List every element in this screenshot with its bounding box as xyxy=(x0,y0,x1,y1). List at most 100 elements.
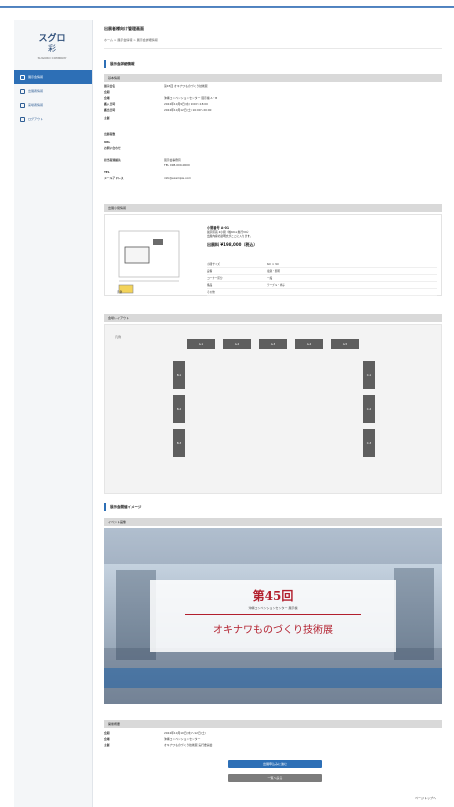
logo-line2: 彩 xyxy=(48,44,56,53)
booth-marker xyxy=(153,239,163,245)
logo: スグロ 彩 SUGURO COMPANY xyxy=(24,34,80,60)
info-key: 搬出日時 xyxy=(104,108,116,112)
info-key: 主催 xyxy=(104,116,110,120)
section-title-image: 展示会開催イメージ xyxy=(104,502,442,512)
page-title: 出展者様向け管理画面 xyxy=(104,26,144,31)
divider xyxy=(104,48,442,49)
photo-subtitle: 沖縄コンベンションセンター 展示棟 xyxy=(248,606,298,610)
info-row: 担当者連絡先 展示会事務局 xyxy=(104,158,442,162)
layout-booth[interactable]: B-1 xyxy=(173,361,185,389)
info-row: URL xyxy=(104,140,442,144)
sidebar xyxy=(14,20,93,807)
info-value: 展示会事務局 xyxy=(164,158,181,162)
table-key: コーナー区分 xyxy=(207,277,223,280)
table-value: 一般 xyxy=(267,277,273,280)
sidebar-item-exhibitor[interactable]: 出展者情報 xyxy=(14,84,92,98)
top-bar xyxy=(0,0,454,8)
info-value: 2024年10月9日(水) 9:00〜18:00 xyxy=(164,102,208,106)
info-value: TEL 098-000-0000 xyxy=(164,163,190,167)
venue-layout: 凡例 A-1 A-2 A-3 A-4 A-5 B-1 B-2 B-3 C-1 C… xyxy=(104,324,442,494)
calendar-icon xyxy=(20,74,25,80)
info-value[interactable]: info@example.com xyxy=(164,176,434,180)
layout-booth[interactable]: A-2 xyxy=(223,339,251,349)
image-header: イベント画像 xyxy=(104,518,442,526)
sidebar-item-exhibition[interactable]: 展示会情報 xyxy=(14,70,92,84)
info-key: 出展者数 xyxy=(104,132,116,136)
booth-price: 出展料 ¥198,000（税込） xyxy=(207,242,258,247)
table-row: 小間サイズ 6m × 3m xyxy=(207,261,437,268)
booth-info-header: 出展小間情報 xyxy=(104,204,442,212)
info-row: お問い合わせ xyxy=(104,146,442,150)
info-row: TEL 098-000-0000 xyxy=(104,163,442,167)
section-title-exhibition: 展示会詳細情報 xyxy=(104,59,442,69)
info-row: TEL xyxy=(104,170,442,174)
logo-line1: スグロ xyxy=(38,34,66,44)
layout-booth[interactable]: C-1 xyxy=(363,361,375,389)
logout-icon xyxy=(20,116,25,122)
logo-tagline: SUGURO COMPANY xyxy=(37,56,67,60)
info-row: 展示会名 第45回 オキナワものづくり技術展 xyxy=(104,84,442,88)
layout-booth[interactable]: A-3 xyxy=(259,339,287,349)
layout-booth[interactable]: B-2 xyxy=(173,395,185,423)
booth-info-box: 小間番号 A-01 展示区画 2小間（幅6m×奥行3m） 出展内容の説明文がここ… xyxy=(104,214,442,296)
table-value: テーブル・椅子 xyxy=(267,284,286,287)
outline-header: 開催概要 xyxy=(104,720,442,728)
booth-area xyxy=(124,246,150,264)
photo-blue-band xyxy=(104,668,442,688)
table-key: 小間サイズ xyxy=(207,263,220,266)
layout-booth[interactable]: A-4 xyxy=(295,339,323,349)
booth-desc: 出展内容の説明文がここに入ります。 xyxy=(207,234,253,238)
info-row: 会場 沖縄コンベンションセンター 展示棟 A・B xyxy=(104,96,442,100)
layout-booth[interactable]: C-2 xyxy=(363,395,375,423)
info-key: 会期 xyxy=(104,90,110,94)
sidebar-item-visitor[interactable]: 来場者情報 xyxy=(14,98,92,112)
layout-legend-label: 凡例 xyxy=(115,335,122,339)
layout-booth[interactable]: A-1 xyxy=(187,339,215,349)
sidebar-item-logout[interactable]: ログアウト xyxy=(14,112,92,126)
outline-row: 主催 オキナワものづくり技術展 実行委員会 xyxy=(104,742,434,747)
event-photo: 第45回 沖縄コンベンションセンター 展示棟 オキナワものづくり技術展 xyxy=(104,528,442,704)
info-value: 第45回 オキナワものづくり技術展 xyxy=(164,84,208,88)
outline-value: 沖縄コンベンションセンター xyxy=(164,736,201,741)
info-key: 展示会名 xyxy=(104,84,116,88)
building-icon xyxy=(20,88,25,94)
table-row: その他 xyxy=(207,289,437,296)
table-key: その他 xyxy=(207,291,215,294)
sidebar-item-label: ログアウト xyxy=(28,117,44,121)
info-row: 主催 xyxy=(104,116,442,120)
apply-button[interactable]: 出展申込みに進む xyxy=(228,760,322,768)
info-key: お問い合わせ xyxy=(104,146,121,150)
section-title-text: 展示会開催イメージ xyxy=(110,504,142,509)
photo-main-text: オキナワものづくり技術展 xyxy=(213,625,333,636)
breadcrumb[interactable]: ホーム > 展示会情報 > 展示会詳細情報 xyxy=(104,38,442,42)
table-value: 6m × 3m xyxy=(267,262,280,266)
layout-booth[interactable]: A-5 xyxy=(331,339,359,349)
top-bar-accent xyxy=(0,6,454,8)
info-row: 搬出日時 2024年10月12日(土) 16:00〜20:00 xyxy=(104,108,442,112)
pagetop-link[interactable]: ページトップへ xyxy=(415,796,436,800)
outline-value: オキナワものづくり技術展 実行委員会 xyxy=(164,742,213,747)
info-key: 担当者連絡先 xyxy=(104,158,121,162)
layout-booth[interactable]: C-3 xyxy=(363,429,375,457)
outline-key: 会場 xyxy=(104,736,110,741)
user-icon xyxy=(20,102,25,108)
booth-legend: 凡例 xyxy=(117,291,123,294)
booth-floor-map xyxy=(118,230,180,294)
section-title-text: 展示会詳細情報 xyxy=(110,61,135,66)
info-key: URL xyxy=(104,140,111,144)
table-key: 設備 xyxy=(207,270,213,273)
table-row: 備品 テーブル・椅子 xyxy=(207,282,437,289)
info-key: 搬入日時 xyxy=(104,102,116,106)
booth-spec-table: 小間サイズ 6m × 3m 設備 電源・照明 コーナー区分 一般 備品 テーブル・椅子 … xyxy=(207,261,437,296)
sidebar-nav: 展示会情報 出展者情報 来場者情報 ログアウト xyxy=(14,70,92,126)
table-row: コーナー区分 一般 xyxy=(207,275,437,282)
back-button[interactable]: 一覧へ戻る xyxy=(228,774,322,782)
info-key: 会場 xyxy=(104,96,110,100)
info-row: 会期 xyxy=(104,90,442,94)
photo-overlay: 第45回 沖縄コンベンションセンター 展示棟 オキナワものづくり技術展 xyxy=(150,580,396,652)
layout-booth[interactable]: B-3 xyxy=(173,429,185,457)
outline-row: 会期 2024年10月10日(木)〜12日(土) xyxy=(104,730,434,735)
info-row: 搬入日時 2024年10月9日(水) 9:00〜18:00 xyxy=(104,102,442,106)
outline-row: 会場 沖縄コンベンションセンター xyxy=(104,736,434,741)
sidebar-item-label: 来場者情報 xyxy=(28,103,44,107)
